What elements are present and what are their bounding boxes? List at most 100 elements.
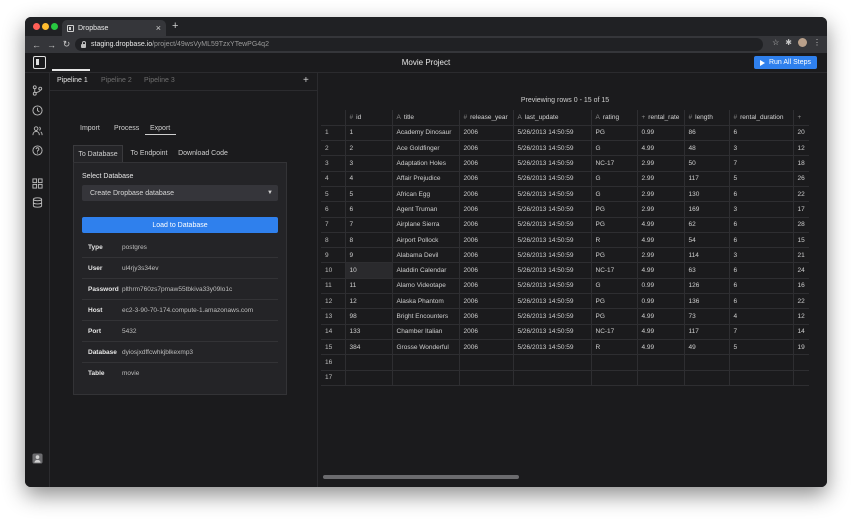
table-cell[interactable] — [793, 370, 809, 386]
table-cell[interactable]: 5/26/2013 14:50:59 — [513, 217, 592, 233]
table-cell[interactable]: Alabama Devil — [392, 247, 460, 264]
database-icon[interactable] — [32, 197, 43, 208]
column-header[interactable]: Arating — [591, 110, 638, 126]
user-avatar-icon[interactable] — [32, 453, 43, 464]
table-cell[interactable]: Aladdin Calendar — [392, 262, 460, 279]
table-cell[interactable]: 2.99 — [637, 247, 685, 264]
table-cell[interactable]: Airport Pollock — [392, 232, 460, 249]
table-cell[interactable] — [459, 354, 514, 371]
table-row[interactable]: 17 — [321, 370, 809, 386]
table-cell[interactable]: 6 — [729, 186, 794, 203]
table-cell[interactable]: 12 — [345, 293, 393, 310]
table-cell[interactable]: 4.99 — [637, 140, 685, 157]
clock-icon[interactable] — [32, 105, 43, 116]
table-cell[interactable]: 2 — [345, 140, 393, 157]
table-cell[interactable]: 73 — [684, 308, 730, 325]
new-tab-icon[interactable]: + — [172, 20, 178, 32]
table-cell[interactable]: 22 — [793, 186, 809, 203]
table-cell[interactable]: 5/26/2013 14:50:59 — [513, 262, 592, 279]
table-cell[interactable]: 6 — [729, 278, 794, 295]
table-cell[interactable]: PG — [591, 293, 638, 310]
table-cell[interactable]: 5 — [729, 171, 794, 187]
table-cell[interactable]: 48 — [684, 140, 730, 157]
table-cell[interactable]: G — [591, 278, 638, 295]
table-row[interactable]: 8 8 Airport Pollock 2006 5/26/2013 14:50:59 R… — [321, 232, 809, 249]
tab-to-database[interactable]: To Database — [73, 145, 123, 162]
table-cell[interactable]: 2006 — [459, 339, 514, 356]
table-row[interactable]: 15 384 Grosse Wonderful 2006 5/26/2013 14:50… — [321, 339, 809, 356]
table-cell[interactable]: G — [591, 171, 638, 187]
table-cell[interactable]: Bright Encounters — [392, 308, 460, 325]
table-cell[interactable] — [345, 354, 393, 371]
table-cell[interactable] — [513, 370, 592, 386]
table-cell[interactable]: 2.99 — [637, 186, 685, 203]
table-row[interactable]: 6 6 Agent Truman 2006 5/26/2013 14:50:59 PG 2.… — [321, 201, 809, 218]
table-cell[interactable]: 5/26/2013 14:50:59 — [513, 293, 592, 310]
table-cell[interactable] — [684, 354, 730, 371]
table-cell[interactable]: 2006 — [459, 278, 514, 295]
table-cell[interactable]: Ace Goldfinger — [392, 140, 460, 157]
table-cell[interactable]: Airplane Sierra — [392, 217, 460, 233]
table-cell[interactable]: 133 — [345, 324, 393, 340]
table-cell[interactable]: 50 — [684, 155, 730, 172]
table-cell[interactable]: 22 — [793, 293, 809, 310]
table-cell[interactable]: 10 — [345, 262, 393, 279]
table-cell[interactable]: 7 — [729, 155, 794, 172]
table-cell[interactable]: 98 — [345, 308, 393, 325]
table-cell[interactable]: PG — [591, 201, 638, 218]
tab-download-code[interactable]: Download Code — [176, 145, 230, 162]
table-cell[interactable]: 2006 — [459, 308, 514, 325]
reload-icon[interactable]: ↻ — [59, 39, 74, 50]
address-bar[interactable]: staging.dropbase.io/project/49wsVyML59Tz… — [75, 38, 763, 51]
table-cell[interactable]: 384 — [345, 339, 393, 356]
column-header[interactable]: Alast_update — [513, 110, 592, 126]
help-icon[interactable] — [32, 145, 43, 156]
table-cell[interactable]: 16 — [793, 278, 809, 295]
table-cell[interactable] — [591, 354, 638, 371]
tab-to-endpoint[interactable]: To Endpoint — [126, 145, 172, 162]
table-cell[interactable]: 0.99 — [637, 293, 685, 310]
table-cell[interactable]: 11 — [345, 278, 393, 295]
table-cell[interactable] — [793, 354, 809, 371]
table-cell[interactable]: 169 — [684, 201, 730, 218]
column-header[interactable]: # release_year — [459, 110, 514, 126]
table-cell[interactable]: 28 — [793, 217, 809, 233]
close-icon[interactable]: × — [156, 23, 161, 33]
table-row[interactable]: 1 1 Academy Dinosaur 2006 5/26/2013 14:50:59… — [321, 125, 809, 142]
browser-tab-dropbase[interactable]: Dropbase × — [62, 20, 166, 36]
table-cell[interactable]: R — [591, 232, 638, 249]
table-cell[interactable]: 3 — [729, 247, 794, 264]
table-cell[interactable]: 20 — [793, 125, 809, 142]
minimize-window-button[interactable] — [42, 23, 49, 30]
table-cell[interactable]: 6 — [729, 125, 794, 142]
add-pipeline-icon[interactable]: + — [303, 75, 309, 86]
table-cell[interactable] — [459, 370, 514, 386]
table-row[interactable]: 13 98 Bright Encounters 2006 5/26/2013 14:50… — [321, 308, 809, 325]
table-cell[interactable]: 4 — [729, 308, 794, 325]
table-cell[interactable]: 3 — [345, 155, 393, 172]
table-cell[interactable]: 5/26/2013 14:50:59 — [513, 140, 592, 157]
table-row[interactable]: 10 10 Aladdin Calendar 2006 5/26/2013 14:50:… — [321, 262, 809, 279]
table-cell[interactable] — [729, 370, 794, 386]
table-cell[interactable]: 5/26/2013 14:50:59 — [513, 247, 592, 264]
tab-pipeline-2[interactable]: Pipeline 2 — [101, 77, 132, 84]
bookmark-star-icon[interactable]: ☆ — [772, 38, 779, 47]
table-cell[interactable]: 2006 — [459, 201, 514, 218]
tab-process[interactable]: Process — [114, 125, 139, 132]
horizontal-scrollbar[interactable] — [323, 475, 519, 479]
table-cell[interactable]: 3 — [729, 201, 794, 218]
table-cell[interactable]: 54 — [684, 232, 730, 249]
more-menu-icon[interactable]: ⋮ — [813, 38, 821, 47]
table-row[interactable]: 11 11 Alamo Videotape 2006 5/26/2013 14:50:5… — [321, 278, 809, 295]
table-cell[interactable]: 14 — [793, 324, 809, 340]
table-cell[interactable]: PG — [591, 125, 638, 142]
table-cell[interactable]: 5 — [729, 339, 794, 356]
table-cell[interactable]: 4.99 — [637, 339, 685, 356]
table-cell[interactable]: 4.99 — [637, 232, 685, 249]
table-cell[interactable]: 2006 — [459, 125, 514, 142]
table-cell[interactable]: 6 — [345, 201, 393, 218]
close-window-button[interactable] — [33, 23, 40, 30]
run-all-steps-button[interactable]: Run All Steps — [753, 56, 817, 69]
table-cell[interactable]: 2006 — [459, 171, 514, 187]
table-cell[interactable]: African Egg — [392, 186, 460, 203]
